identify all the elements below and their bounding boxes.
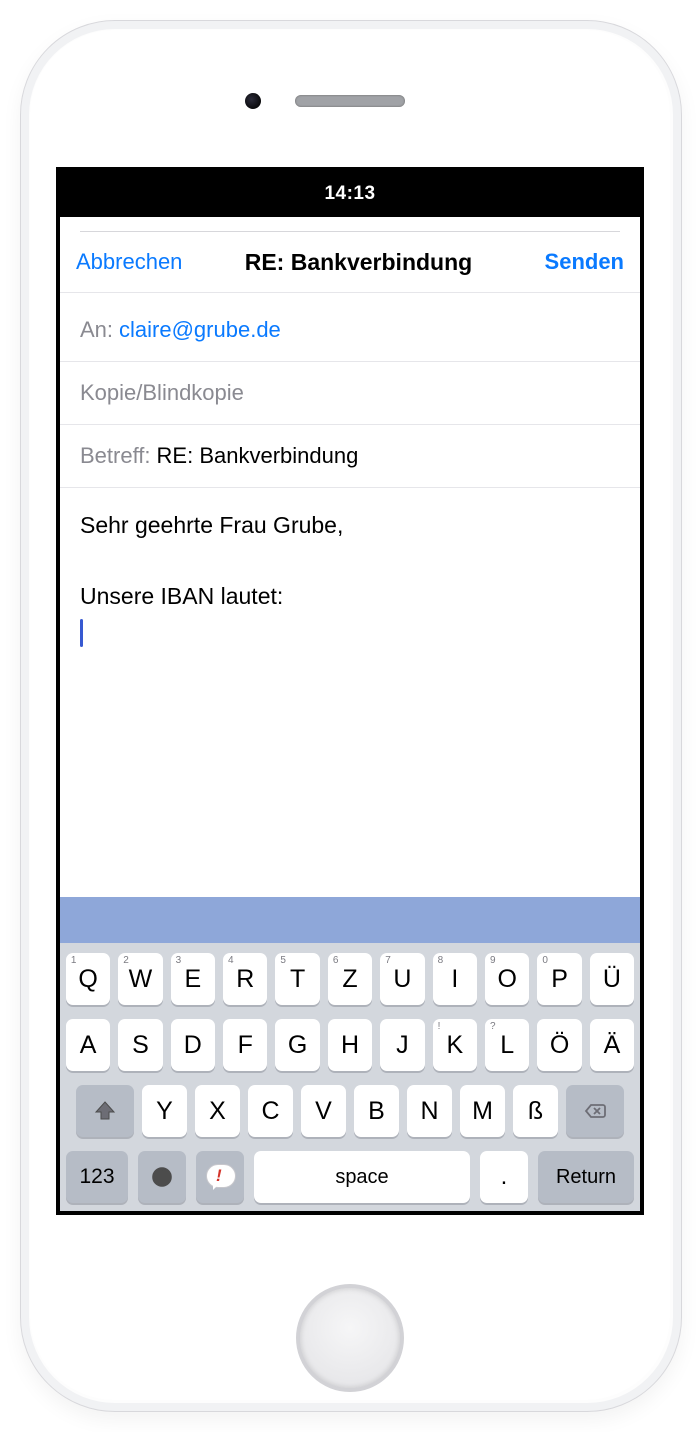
key-f[interactable]: F xyxy=(223,1019,267,1071)
shift-icon xyxy=(93,1099,117,1123)
keyboard-container: Q1W2E3R4T5Z6U7I8O9P0Ü ASDFGHJK!L?ÖÄ YXCV… xyxy=(60,897,640,1211)
keyboard-row-3: YXCVBNMß xyxy=(66,1085,634,1137)
key-hint: ! xyxy=(438,1021,441,1032)
body-line-2: Unsere IBAN lautet: xyxy=(80,579,620,615)
key-ß[interactable]: ß xyxy=(513,1085,558,1137)
key-o[interactable]: O9 xyxy=(485,953,529,1005)
compose-nav-bar: Abbrechen RE: Bankverbindung Senden xyxy=(60,232,640,293)
space-key[interactable]: space xyxy=(254,1151,470,1203)
key-hint: 4 xyxy=(228,955,234,966)
key-a[interactable]: A xyxy=(66,1019,110,1071)
globe-key[interactable] xyxy=(138,1151,186,1203)
period-key[interactable]: . xyxy=(480,1151,528,1203)
subject-value: RE: Bankverbindung xyxy=(157,443,359,469)
key-n[interactable]: N xyxy=(407,1085,452,1137)
key-hint: 8 xyxy=(438,955,444,966)
ccbcc-label: Kopie/Blindkopie xyxy=(80,380,244,406)
key-u[interactable]: U7 xyxy=(380,953,424,1005)
key-hint: 6 xyxy=(333,955,339,966)
shift-key[interactable] xyxy=(76,1085,134,1137)
key-c[interactable]: C xyxy=(248,1085,293,1137)
key-hint: 3 xyxy=(176,955,182,966)
sheet-background-edge xyxy=(80,217,620,232)
nav-title: RE: Bankverbindung xyxy=(172,249,544,276)
key-i[interactable]: I8 xyxy=(433,953,477,1005)
key-v[interactable]: V xyxy=(301,1085,346,1137)
keyboard-row-1: Q1W2E3R4T5Z6U7I8O9P0Ü xyxy=(66,953,634,1005)
keyboard-row-2: ASDFGHJK!L?ÖÄ xyxy=(66,1019,634,1071)
send-button[interactable]: Senden xyxy=(545,249,624,275)
key-b[interactable]: B xyxy=(354,1085,399,1137)
key-w[interactable]: W2 xyxy=(118,953,162,1005)
key-r[interactable]: R4 xyxy=(223,953,267,1005)
key-d[interactable]: D xyxy=(171,1019,215,1071)
key-t[interactable]: T5 xyxy=(275,953,319,1005)
key-hint: 0 xyxy=(542,955,548,966)
text-cursor-line xyxy=(80,615,620,655)
body-blank-line xyxy=(80,544,620,580)
header-fields: An: claire@grube.de Kopie/Blindkopie Bet… xyxy=(60,293,640,488)
backspace-icon xyxy=(583,1099,607,1123)
status-time: 14:13 xyxy=(324,183,375,205)
key-hint: 1 xyxy=(71,955,77,966)
key-ö[interactable]: Ö xyxy=(537,1019,581,1071)
key-k[interactable]: K! xyxy=(433,1019,477,1071)
ccbcc-field-row[interactable]: Kopie/Blindkopie xyxy=(60,362,640,425)
key-ä[interactable]: Ä xyxy=(590,1019,634,1071)
dictation-key[interactable]: ! xyxy=(196,1151,244,1203)
key-e[interactable]: E3 xyxy=(171,953,215,1005)
to-label: An: xyxy=(80,317,113,343)
key-hint: 7 xyxy=(385,955,391,966)
subject-field-row[interactable]: Betreff: RE: Bankverbindung xyxy=(60,425,640,488)
status-bar: 14:13 xyxy=(60,171,640,217)
key-p[interactable]: P0 xyxy=(537,953,581,1005)
key-z[interactable]: Z6 xyxy=(328,953,372,1005)
home-button[interactable] xyxy=(296,1284,404,1392)
key-hint: 2 xyxy=(123,955,129,966)
key-g[interactable]: G xyxy=(275,1019,319,1071)
numbers-key[interactable]: 123 xyxy=(66,1151,128,1203)
key-hint: 9 xyxy=(490,955,496,966)
key-s[interactable]: S xyxy=(118,1019,162,1071)
key-q[interactable]: Q1 xyxy=(66,953,110,1005)
screen: 14:13 Abbrechen RE: Bankverbindung Sende… xyxy=(56,167,644,1215)
body-line-1: Sehr geehrte Frau Grube, xyxy=(80,508,620,544)
to-value[interactable]: claire@grube.de xyxy=(119,317,281,343)
key-x[interactable]: X xyxy=(195,1085,240,1137)
cancel-button[interactable]: Abbrechen xyxy=(76,249,182,275)
to-field-row[interactable]: An: claire@grube.de xyxy=(60,293,640,362)
device-frame: 14:13 Abbrechen RE: Bankverbindung Sende… xyxy=(0,0,700,1432)
return-key[interactable]: Return xyxy=(538,1151,634,1203)
earpiece-speaker-icon xyxy=(295,95,405,107)
keyboard-accessory-bar[interactable] xyxy=(60,897,640,943)
backspace-key[interactable] xyxy=(566,1085,624,1137)
key-y[interactable]: Y xyxy=(142,1085,187,1137)
key-hint: ? xyxy=(490,1021,496,1032)
front-camera-icon xyxy=(245,93,261,109)
key-j[interactable]: J xyxy=(380,1019,424,1071)
key-l[interactable]: L? xyxy=(485,1019,529,1071)
subject-label: Betreff: xyxy=(80,443,151,469)
key-h[interactable]: H xyxy=(328,1019,372,1071)
text-cursor-icon xyxy=(80,619,83,647)
message-body[interactable]: Sehr geehrte Frau Grube, Unsere IBAN lau… xyxy=(60,488,640,675)
keyboard: Q1W2E3R4T5Z6U7I8O9P0Ü ASDFGHJK!L?ÖÄ YXCV… xyxy=(60,943,640,1211)
speech-bubble-icon: ! xyxy=(205,1164,235,1190)
globe-icon xyxy=(150,1165,174,1189)
key-m[interactable]: M xyxy=(460,1085,505,1137)
keyboard-row-4: 123 xyxy=(66,1151,634,1203)
key-ü[interactable]: Ü xyxy=(590,953,634,1005)
key-hint: 5 xyxy=(280,955,286,966)
